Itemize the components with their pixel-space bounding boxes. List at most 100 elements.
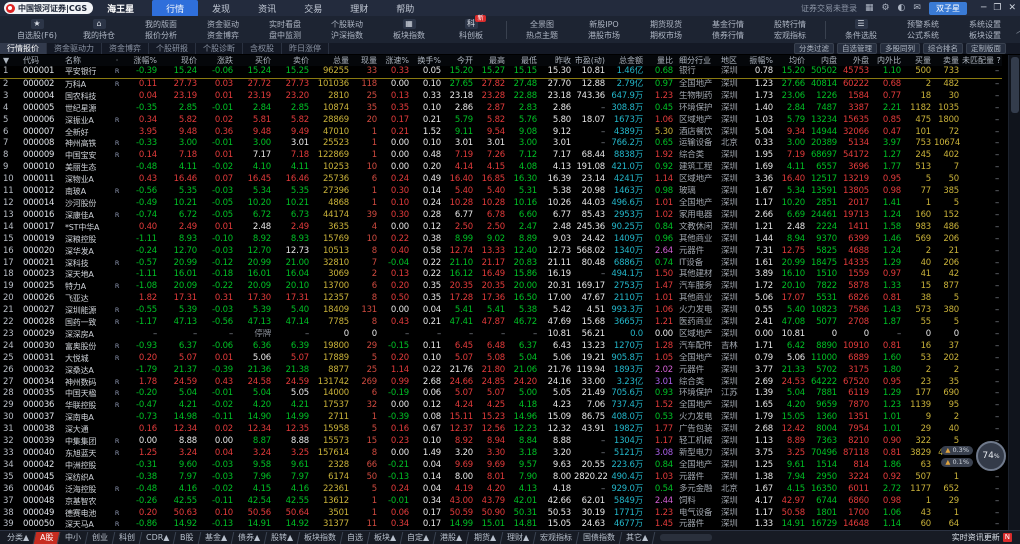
maximize-button[interactable]: ❐ xyxy=(993,3,1001,13)
table-row[interactable]: 29000036华联控股R-0.474.21-0.024.204.2117537… xyxy=(0,400,1002,412)
column-header-amt[interactable]: 总金额 xyxy=(608,55,646,66)
view-button-多股同列[interactable]: 多股同列 xyxy=(880,43,920,54)
column-header-inner[interactable]: 内盘 xyxy=(808,55,840,66)
column-header-bid[interactable]: 买价 xyxy=(236,55,274,66)
market-tab-CDR[interactable]: CDR▲ xyxy=(139,532,176,544)
table-row[interactable]: 5000006深振业AR0.345.820.025.815.8228869200… xyxy=(0,115,1002,127)
table-row[interactable]: 21000027深圳能源R-0.555.39-0.035.395.4018409… xyxy=(0,305,1002,317)
table-row[interactable]: 23000029深深房A–––停牌–00–––––10.8156.210.00.… xyxy=(0,329,1002,341)
toolbar-item-新股IPO[interactable]: 新股IPO港股市场 xyxy=(573,16,635,43)
market-tab-其它[interactable]: 其它▲ xyxy=(620,532,656,544)
skin-icon[interactable]: ◐ xyxy=(898,4,906,13)
quote-tab-资金驱动力[interactable]: 资金驱动力 xyxy=(47,43,102,54)
table-row[interactable]: 20000026飞亚达1.8217.310.3117.3017.31123578… xyxy=(0,293,1002,305)
table-row[interactable]: 30000037深南电A-0.7314.98-0.1114.9014.99271… xyxy=(0,412,1002,424)
gemini-button[interactable]: 双子星 xyxy=(929,2,967,15)
column-header-open[interactable]: 今开 xyxy=(444,55,476,66)
column-header-prev[interactable]: 昨收 xyxy=(540,55,574,66)
table-row[interactable]: 10000011深物业A0.4316.460.0716.4516.4625736… xyxy=(0,174,1002,186)
horizontal-scrollbar[interactable] xyxy=(660,534,712,541)
scrollbar-thumb[interactable] xyxy=(1011,57,1019,113)
column-header-pe[interactable]: 市盈(动) xyxy=(574,55,608,66)
toolbar-item-条件选股[interactable]: ☰条件选股 xyxy=(830,16,892,43)
market-tab-期货[interactable]: 期货▲ xyxy=(467,532,503,544)
table-row[interactable]: 28000035中国天楹R-0.205.04-0.015.045.0514000… xyxy=(0,388,1002,400)
table-row[interactable]: 36000046泛海控股R-0.484.16-0.024.154.1622361… xyxy=(0,484,1002,496)
column-header-region[interactable]: 地区 xyxy=(718,55,746,66)
market-tab-A股[interactable]: A股 xyxy=(34,532,61,544)
column-header-pct[interactable]: 涨幅% xyxy=(122,55,160,66)
toolbar-item-资金驱动[interactable]: 资金驱动资金博弈 xyxy=(192,16,254,43)
toolbar-item-股转行情[interactable]: 股转行情宏观指标 xyxy=(759,16,821,43)
table-row[interactable]: 32000039中集集团R0.008.880.008.878.881557315… xyxy=(0,436,1002,448)
market-tab-板块[interactable]: 板块▲ xyxy=(368,532,404,544)
table-row[interactable]: 7000008神州高铁R-0.333.00-0.013.003.01255231… xyxy=(0,138,1002,150)
table-row[interactable]: 18000023深天地A-1.1116.01-0.1816.0116.04306… xyxy=(0,269,1002,281)
column-header-bvol[interactable]: 买量 xyxy=(904,55,934,66)
column-header-spd[interactable]: 涨速% xyxy=(380,55,412,66)
table-row[interactable]: 13000016深康佳AR-0.746.72-0.056.726.7344174… xyxy=(0,210,1002,222)
quote-tab-个股诊断[interactable]: 个股诊断 xyxy=(196,43,243,54)
table-row[interactable]: 26000032深桑达A-1.7921.37-0.3921.3621.38887… xyxy=(0,365,1002,377)
market-tab-板块指数[interactable]: 板块指数 xyxy=(298,532,344,544)
column-header-cvol[interactable]: 现量 xyxy=(352,55,380,66)
column-header-lb[interactable]: 量比 xyxy=(646,55,676,66)
table-row[interactable]: 19000025特力AR-1.0820.09-0.2220.0920.10137… xyxy=(0,281,1002,293)
column-header-r[interactable]: · xyxy=(112,55,122,66)
column-header-avg[interactable]: 均价 xyxy=(776,55,808,66)
column-header-chg[interactable]: 涨跌 xyxy=(200,55,236,66)
table-row[interactable]: 12000014沙河股份-0.4910.21-0.0510.2010.21486… xyxy=(0,198,1002,210)
menu-交易[interactable]: 交易 xyxy=(290,0,336,17)
minimize-button[interactable]: ─ xyxy=(981,3,986,13)
table-row[interactable]: 11000012南玻AR-0.565.35-0.035.345.35273961… xyxy=(0,186,1002,198)
market-tab-债券[interactable]: 债券▲ xyxy=(231,532,267,544)
table-row[interactable]: 14000017*ST中华A0.402.490.012.482.49363540… xyxy=(0,222,1002,234)
toolbar-item-科创板[interactable]: 科新科创板 xyxy=(440,16,502,43)
market-tab-股转[interactable]: 股转▲ xyxy=(265,532,301,544)
table-row[interactable]: 39000050深天马AR-0.8614.92-0.1314.9114.9231… xyxy=(0,519,1002,530)
vertical-scrollbar[interactable] xyxy=(1008,55,1020,530)
toolbar-item-个股联动[interactable]: 个股联动沪深指数 xyxy=(316,16,378,43)
column-header-outer[interactable]: 外盘 xyxy=(840,55,872,66)
message-icon[interactable]: ✉ xyxy=(913,4,921,13)
view-button-综合排名[interactable]: 综合排名 xyxy=(923,43,963,54)
column-header-industry[interactable]: 细分行业 xyxy=(676,55,718,66)
table-row[interactable]: 27000034神州数码R1.7824.590.4324.5824.591317… xyxy=(0,377,1002,389)
column-header-svol[interactable]: 卖量 xyxy=(934,55,962,66)
collapse-toolbar-icon[interactable]: ︿ xyxy=(1016,23,1020,36)
table-row[interactable]: 17000021深科技R-0.5720.99-0.1220.9921.00328… xyxy=(0,258,1002,270)
toolbar-item-系统设置[interactable]: 系统设置板块设置 xyxy=(954,16,1016,43)
news-ticker[interactable]: 实时资讯更新 N xyxy=(952,532,1018,543)
table-row[interactable]: 33000040东旭蓝天R1.253.240.043.243.251576148… xyxy=(0,448,1002,460)
menu-理财[interactable]: 理财 xyxy=(336,0,382,17)
column-header-amp[interactable]: 振幅% xyxy=(746,55,776,66)
toolbar-item-我的版面[interactable]: 我的版面报价分析 xyxy=(130,16,192,43)
toolbar-item-板块指数[interactable]: ▦板块指数 xyxy=(378,16,440,43)
table-row[interactable]: 35000045深纺织A-0.387.97-0.037.967.97617450… xyxy=(0,472,1002,484)
table-row[interactable]: 24000030富奥股份R-0.936.37-0.066.366.3919800… xyxy=(0,341,1002,353)
table-row[interactable]: 34000042中洲控股-0.319.60-0.039.589.61232866… xyxy=(0,460,1002,472)
quote-tab-个股研报[interactable]: 个股研报 xyxy=(149,43,196,54)
column-header-seq[interactable]: ▼ xyxy=(0,55,20,66)
table-row[interactable]: 25000031大悦城R0.205.070.015.065.071788950.… xyxy=(0,353,1002,365)
network-gauge[interactable]: 74% xyxy=(976,441,1006,471)
column-header-ask[interactable]: 卖价 xyxy=(274,55,312,66)
table-row[interactable]: 6000007全新好3.959.480.369.489.494701010.21… xyxy=(0,127,1002,139)
toolbar-item-期货现货[interactable]: 期货现货期权市场 xyxy=(635,16,697,43)
menu-帮助[interactable]: 帮助 xyxy=(382,0,428,17)
column-header-turn[interactable]: 换手% xyxy=(412,55,444,66)
table-row[interactable]: 3000004国农科技0.0423.190.0123.1923.20281025… xyxy=(0,91,1002,103)
market-tab-自选[interactable]: 自选 xyxy=(341,532,371,544)
column-header-vol[interactable]: 总量 xyxy=(312,55,352,66)
table-row[interactable]: 16000020深华发A-0.2412.70-0.0312.7012.73105… xyxy=(0,246,1002,258)
apps-icon[interactable]: ▦ xyxy=(865,4,874,13)
toolbar-item-实时看盘[interactable]: 实时看盘盘中监测 xyxy=(254,16,316,43)
table-row[interactable]: 9000010美丽生态-0.484.11-0.024.104.111025310… xyxy=(0,162,1002,174)
market-tab-科创[interactable]: 科创 xyxy=(112,532,142,544)
column-header-high[interactable]: 最高 xyxy=(476,55,508,66)
table-row[interactable]: 37000048京基智农-0.2642.55-0.1142.5442.55136… xyxy=(0,496,1002,508)
toolbar-item-我的持仓[interactable]: ⌂我的持仓 xyxy=(68,16,130,43)
menu-发现[interactable]: 发现 xyxy=(198,0,244,17)
column-header-price[interactable]: 现价 xyxy=(160,55,200,66)
market-tab-自定[interactable]: 自定▲ xyxy=(401,532,437,544)
